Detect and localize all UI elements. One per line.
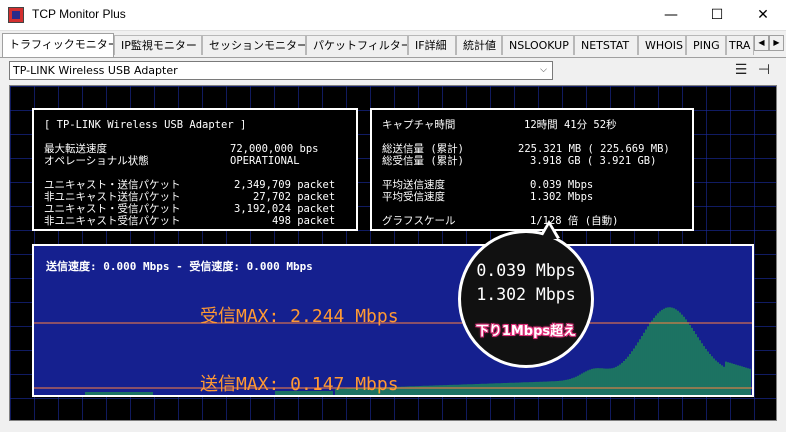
tab-bar: トラフィックモニター IP監視モニター セッションモニター パケットフィルター … <box>0 33 786 58</box>
traffic-graph: 送信速度: 0.000 Mbps - 受信速度: 0.000 Mbps 受信MA… <box>32 244 754 397</box>
tab-if-detail[interactable]: IF詳細 <box>408 35 456 55</box>
adapter-info-row: 非ユニキャスト受信パケット 498 packet <box>44 215 336 227</box>
capture-info-row: 総受信量 (累計) 3.918 GB ( 3.921 GB) <box>382 155 657 167</box>
tab-netstat[interactable]: NETSTAT <box>574 35 638 55</box>
tab-session-monitor[interactable]: セッションモニター <box>202 35 306 55</box>
callout-bubble: 0.039 Mbps 1.302 Mbps 下り1Mbps超え <box>458 230 594 368</box>
adapter-info-header: [ TP-LINK Wireless USB Adapter ] <box>44 119 247 131</box>
title-bar: TCP Monitor Plus — ☐ ✕ <box>0 0 786 31</box>
tab-scroll-left-button[interactable]: ◀ <box>754 35 769 51</box>
chevron-down-icon[interactable]: ⌵ <box>536 63 551 78</box>
tab-traffic-monitor[interactable]: トラフィックモニター <box>2 33 114 57</box>
adapter-info-box: [ TP-LINK Wireless USB Adapter ] 最大転送速度 … <box>32 108 358 231</box>
capture-info-row: グラフスケール 1/128 倍 (自動) <box>382 215 619 227</box>
callout-rx-speed: 1.302 Mbps <box>476 285 576 304</box>
tab-ping[interactable]: PING <box>686 35 726 55</box>
tab-whois[interactable]: WHOIS <box>638 35 686 55</box>
tx-max-label: 送信MAX: 0.147 Mbps <box>200 374 399 395</box>
tab-ip-monitor[interactable]: IP監視モニター <box>114 35 202 55</box>
tab-traceroute[interactable]: TRA <box>726 35 754 55</box>
capture-info-row: 平均送信速度 0.039 Mbps <box>382 179 594 191</box>
tab-nslookup[interactable]: NSLOOKUP <box>502 35 574 55</box>
adapter-info-row: ユニキャスト・送信パケット 2,349,709 packet <box>44 179 336 191</box>
rx-max-label: 受信MAX: 2.244 Mbps <box>200 306 399 327</box>
current-speed-text: 送信速度: 0.000 Mbps - 受信速度: 0.000 Mbps <box>46 260 313 273</box>
callout-tx-speed: 0.039 Mbps <box>476 261 576 280</box>
adapter-info-row: ユニキャスト・受信パケット 3,192,024 packet <box>44 203 336 215</box>
tab-packet-filter[interactable]: パケットフィルター <box>306 35 408 55</box>
minimize-button[interactable]: — <box>648 0 694 30</box>
traffic-panel: [ TP-LINK Wireless USB Adapter ] 最大転送速度 … <box>9 85 777 421</box>
adapter-select[interactable]: TP-LINK Wireless USB Adapter ⌵ <box>9 61 553 80</box>
traffic-bars <box>85 307 751 395</box>
adapter-info-row: オペレーショナル状態 OPERATIONAL <box>44 155 300 167</box>
window-title: TCP Monitor Plus <box>32 7 126 21</box>
capture-info-box: キャプチャ時間 12時間 41分 52秒 総送信量 (累計) 225.321 M… <box>370 108 694 231</box>
list-icon[interactable]: ☰ <box>732 62 750 78</box>
pin-icon[interactable]: ⊣ <box>755 62 773 78</box>
tab-scroll-right-button[interactable]: ▶ <box>769 35 784 51</box>
capture-info-row: 平均受信速度 1.302 Mbps <box>382 191 594 203</box>
capture-info-row: キャプチャ時間 12時間 41分 52秒 <box>382 119 617 131</box>
callout-note: 下り1Mbps超え <box>475 324 577 339</box>
callout-tail-inner <box>541 225 557 239</box>
tab-statistics[interactable]: 統計値 <box>456 35 502 55</box>
capture-info-row: 総送信量 (累計) 225.321 MB ( 225.669 MB) <box>382 143 670 155</box>
app-icon <box>8 7 24 23</box>
close-button[interactable]: ✕ <box>740 0 786 30</box>
adapter-info-row: 非ユニキャスト送信パケット 27,702 packet <box>44 191 336 203</box>
adapter-select-value: TP-LINK Wireless USB Adapter <box>13 64 178 77</box>
maximize-button[interactable]: ☐ <box>694 0 740 30</box>
adapter-info-row: 最大転送速度 72,000,000 bps <box>44 143 319 155</box>
